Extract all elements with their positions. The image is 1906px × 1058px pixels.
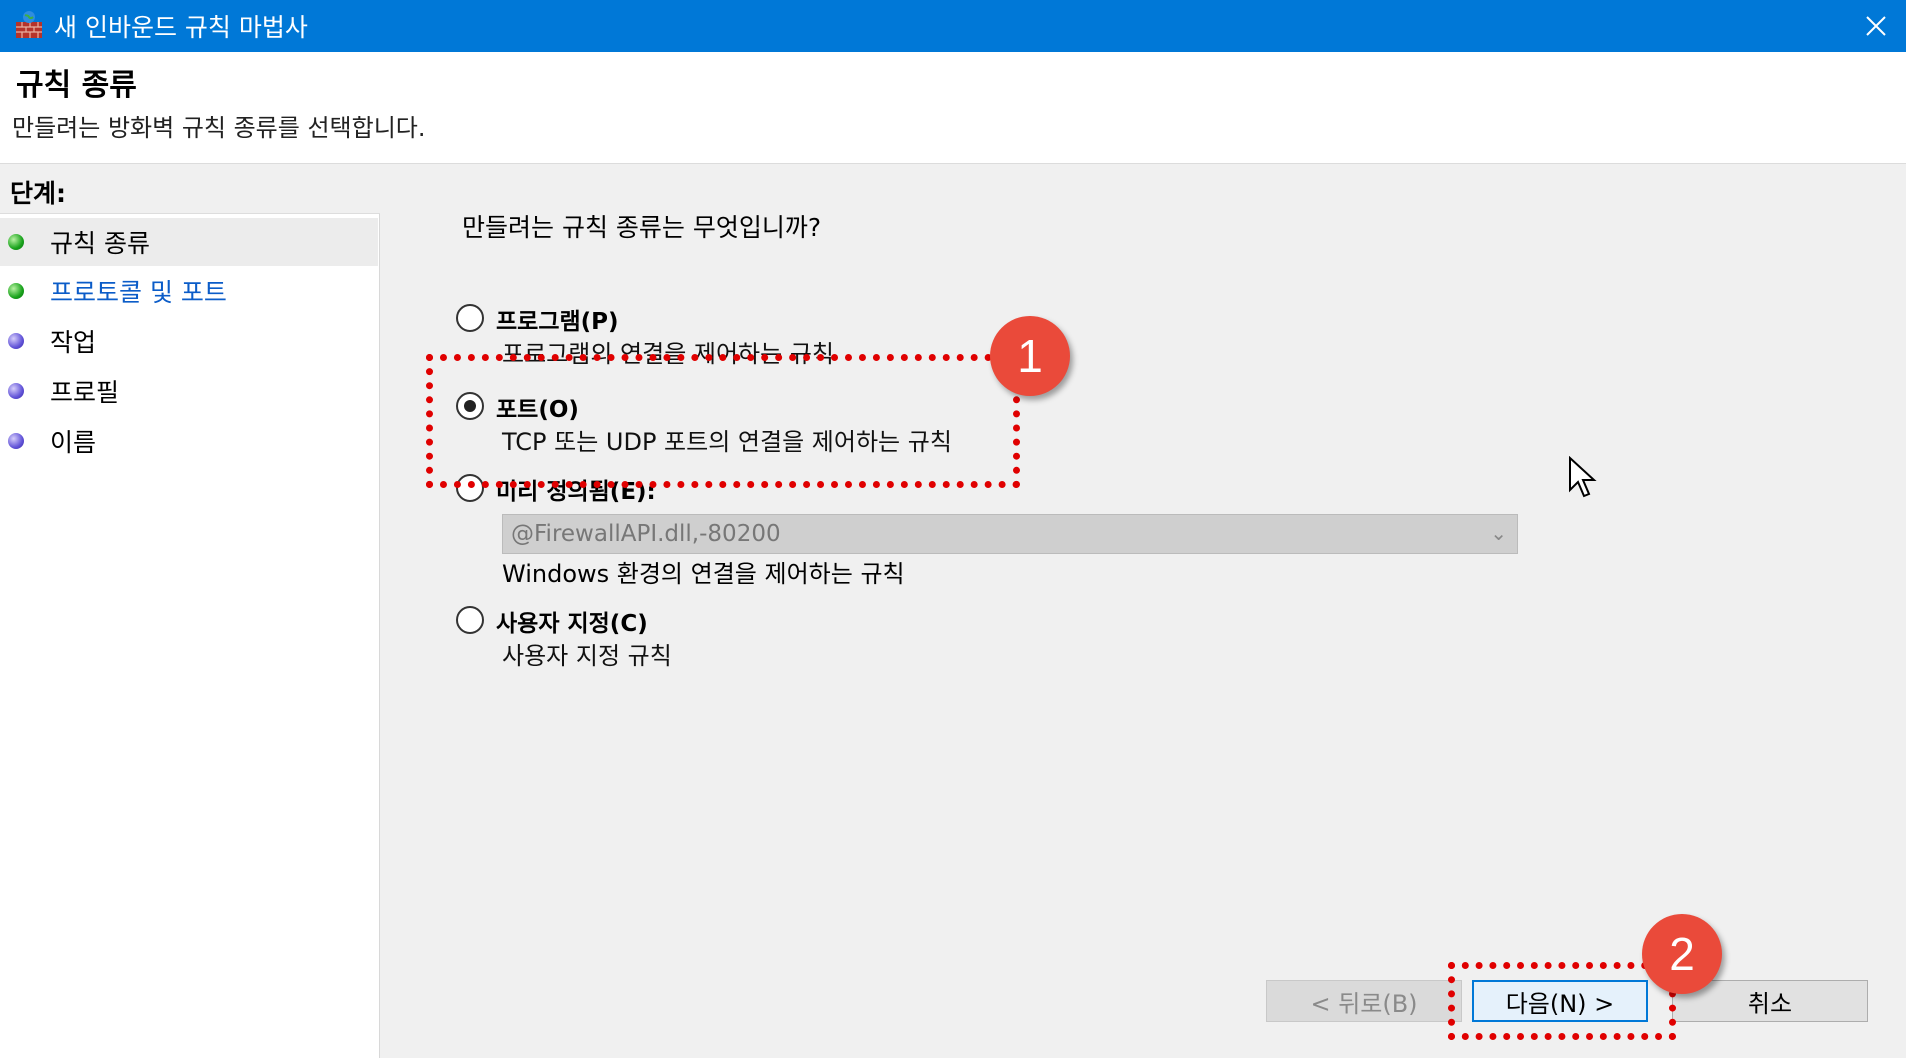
step-action: 작업 [0, 317, 378, 365]
wizard-header: 규칙 종류 만들려는 방화벽 규칙 종류를 선택합니다. [0, 52, 1906, 164]
firewall-icon [16, 11, 42, 38]
mouse-cursor-icon [1569, 456, 1597, 498]
radio-program[interactable] [456, 304, 484, 332]
window-title: 새 인바운드 규칙 마법사 [54, 13, 308, 42]
step-label: 프로필 [50, 378, 120, 407]
step-protocol-ports[interactable]: 프로토콜 및 포트 [0, 267, 378, 315]
steps-panel: 단계: 규칙 종류 프로토콜 및 포트 작업 프로필 이름 [0, 168, 380, 1058]
option-description: Windows 환경의 연결을 제어하는 규칙 [502, 560, 905, 588]
step-label: 작업 [50, 328, 97, 357]
steps-heading: 단계: [0, 168, 380, 214]
option-description: 사용자 지정 규칙 [502, 642, 672, 670]
radio-custom[interactable] [456, 606, 484, 634]
page-subtitle: 만들려는 방화벽 규칙 종류를 선택합니다. [12, 114, 426, 142]
step-rule-type[interactable]: 규칙 종류 [0, 218, 378, 266]
step-badge-2: 2 [1642, 914, 1722, 994]
blue-status-icon [8, 383, 24, 399]
step-profile: 프로필 [0, 367, 378, 415]
highlight-box-port [426, 354, 1020, 488]
step-name: 이름 [0, 417, 378, 465]
question-text: 만들려는 규칙 종류는 무엇입니까? [462, 213, 822, 242]
title-bar: 새 인바운드 규칙 마법사 [0, 0, 1906, 52]
step-label: 이름 [50, 428, 97, 457]
close-icon [1866, 16, 1886, 36]
chevron-down-icon: ⌄ [1490, 521, 1507, 545]
back-button[interactable]: < 뒤로(B) [1266, 980, 1462, 1022]
close-button[interactable] [1846, 0, 1906, 52]
blue-status-icon [8, 333, 24, 349]
step-link[interactable]: 프로토콜 및 포트 [50, 273, 227, 309]
page-title: 규칙 종류 [16, 68, 137, 103]
green-status-icon [8, 283, 24, 299]
blue-status-icon [8, 433, 24, 449]
highlight-box-next [1448, 962, 1676, 1040]
green-status-icon [8, 234, 24, 250]
step-label: 규칙 종류 [50, 229, 150, 258]
step-badge-1: 1 [990, 316, 1070, 396]
predefined-select[interactable]: @FirewallAPI.dll,-80200 ⌄ [502, 514, 1518, 554]
option-label[interactable]: 사용자 지정(C) [496, 604, 648, 638]
option-label[interactable]: 프로그램(P) [496, 302, 619, 336]
